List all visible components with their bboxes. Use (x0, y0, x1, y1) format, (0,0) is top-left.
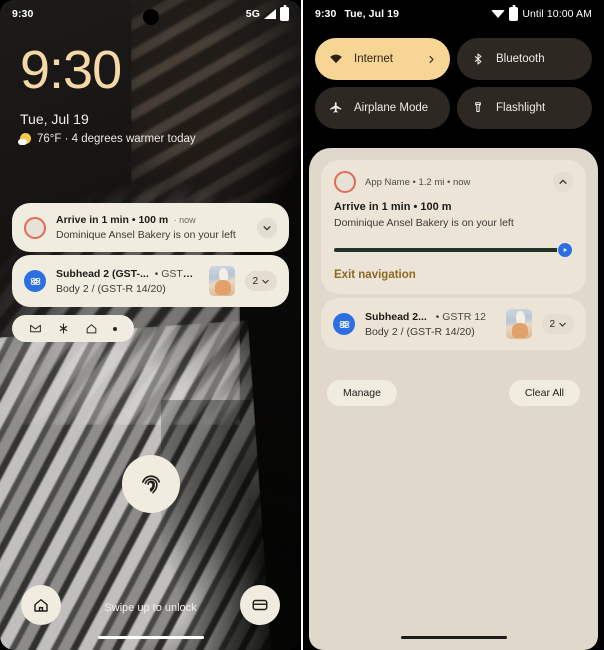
notification-time: · (171, 215, 180, 225)
gmail-icon[interactable] (29, 322, 42, 335)
notification-count: 2 (252, 275, 258, 287)
notification-title: Subhead 2 (GST-... (56, 267, 149, 280)
chevron-up-icon[interactable] (553, 172, 573, 192)
tile-label: Flashlight (496, 102, 546, 114)
app-blue-icon (24, 270, 46, 292)
notification-body: Dominique Ansel Bakery is on your left (56, 229, 236, 241)
notification-shade: App Name • 1.2 mi • now Arrive in 1 min … (309, 148, 598, 650)
app-shortcuts-row[interactable] (12, 315, 134, 342)
status-bar-time: 9:30 (12, 8, 34, 20)
tile-label: Airplane Mode (354, 102, 429, 114)
notification-card-subhead[interactable]: Subhead 2... • GSTR 12 Body 2 / (GST-R 1… (321, 298, 586, 350)
battery-status-label: Until 10:00 AM (522, 8, 592, 20)
manage-button[interactable]: Manage (327, 380, 397, 406)
lock-screen: 9:30 5G 9:30 Tue, Jul 19 76°F · 4 degree… (0, 0, 301, 650)
swipe-hint: Swipe up to unlock (104, 602, 197, 614)
status-bar: 9:30 Tue, Jul 19 Until 10:00 AM (303, 0, 604, 28)
photo-thumbnail[interactable] (209, 266, 236, 296)
navigation-circle-icon (24, 216, 46, 239)
notification-title: Subhead 2... (365, 310, 427, 323)
tile-internet[interactable]: Internet (315, 38, 450, 80)
notification-card-navigation[interactable]: App Name • 1.2 mi • now Arrive in 1 min … (321, 160, 586, 294)
dual-phone-screenshot: 9:30 5G 9:30 Tue, Jul 19 76°F · 4 degree… (0, 0, 604, 650)
navigation-progress-row[interactable] (334, 242, 573, 258)
partly-cloudy-icon (18, 133, 31, 146)
shade-action-buttons: Manage Clear All (327, 380, 580, 406)
chevron-down-icon[interactable] (257, 217, 277, 238)
battery-icon (280, 7, 289, 21)
lock-screen-phone: 9:30 5G 9:30 Tue, Jul 19 76°F · 4 degree… (0, 0, 303, 650)
battery-icon (509, 7, 519, 21)
status-bar-time: 9:30 (315, 8, 337, 20)
exit-navigation-button[interactable]: Exit navigation (334, 269, 573, 281)
signal-icon (264, 9, 276, 19)
lock-notification-list: Arrive in 1 min • 100 m · now Dominique … (12, 203, 289, 342)
notification-count: 2 (549, 318, 555, 330)
camera-punch-hole (142, 9, 159, 25)
shade-notification-list: App Name • 1.2 mi • now Arrive in 1 min … (321, 160, 586, 350)
weather-row[interactable]: 76°F · 4 degrees warmer today (18, 132, 196, 146)
notification-count-chip[interactable]: 2 (245, 271, 277, 291)
tile-airplane-mode[interactable]: Airplane Mode (315, 87, 450, 129)
quick-settings-tiles: Internet Bluetooth Airplane Mode Flashli… (315, 38, 592, 129)
home-gesture-bar[interactable] (97, 635, 204, 639)
notification-header: App Name • 1.2 mi • now (365, 176, 471, 188)
notification-body: Body 2 / (GST-R 14/20) (56, 282, 166, 295)
weather-text: 76°F · 4 degrees warmer today (37, 132, 196, 145)
notification-body: Body 2 / (GST-R 14/20) (365, 325, 475, 338)
bluetooth-icon (474, 53, 482, 65)
fingerprint-unlock-button[interactable] (121, 455, 180, 513)
notification-title: Arrive in 1 min • 100 m (56, 214, 169, 226)
dot-icon[interactable] (112, 326, 117, 331)
tile-label: Internet (354, 53, 393, 65)
tile-label: Bluetooth (496, 53, 545, 65)
photo-thumbnail[interactable] (506, 309, 533, 339)
tile-flashlight[interactable]: Flashlight (457, 87, 592, 129)
home-gesture-bar[interactable] (400, 635, 507, 639)
network-type-label: 5G (245, 8, 260, 20)
quick-settings-screen: 9:30 Tue, Jul 19 Until 10:00 AM Internet (303, 0, 604, 650)
lock-clock: 9:30 (20, 40, 122, 100)
notification-title: Arrive in 1 min • 100 m (334, 201, 452, 213)
clock-widget[interactable]: 9:30 Tue, Jul 19 76°F · 4 degrees warmer… (18, 40, 196, 146)
wifi-icon (330, 54, 342, 64)
chevron-down-icon (559, 322, 566, 327)
airplane-icon (330, 102, 342, 113)
flashlight-icon (475, 102, 481, 113)
pinwheel-icon[interactable] (57, 322, 70, 335)
notification-card-subhead[interactable]: Subhead 2 (GST-... • GSTR 12 Body 2 / (G… (12, 255, 289, 307)
progress-bar[interactable] (334, 248, 562, 252)
home-icon[interactable] (85, 322, 98, 335)
quick-settings-phone: 9:30 Tue, Jul 19 Until 10:00 AM Internet (303, 0, 604, 650)
chevron-down-icon (262, 279, 269, 284)
notification-meta: • GSTR 12 (435, 310, 486, 323)
clear-all-button[interactable]: Clear All (508, 380, 580, 406)
app-blue-icon (333, 313, 355, 335)
fingerprint-icon (141, 475, 160, 494)
play-icon[interactable] (557, 242, 573, 258)
wifi-icon (491, 10, 506, 18)
notification-card-navigation[interactable]: Arrive in 1 min • 100 m · now Dominique … (12, 203, 289, 252)
chevron-right-icon[interactable] (427, 55, 436, 64)
notification-body: Dominique Ansel Bakery is on your left (334, 217, 514, 229)
status-bar-date: Tue, Jul 19 (344, 8, 400, 20)
notification-count-chip[interactable]: 2 (542, 314, 574, 334)
navigation-circle-icon (334, 171, 356, 193)
tile-bluetooth[interactable]: Bluetooth (457, 38, 592, 80)
lock-date: Tue, Jul 19 (20, 110, 89, 127)
notification-meta: • GSTR 12 (154, 267, 200, 280)
